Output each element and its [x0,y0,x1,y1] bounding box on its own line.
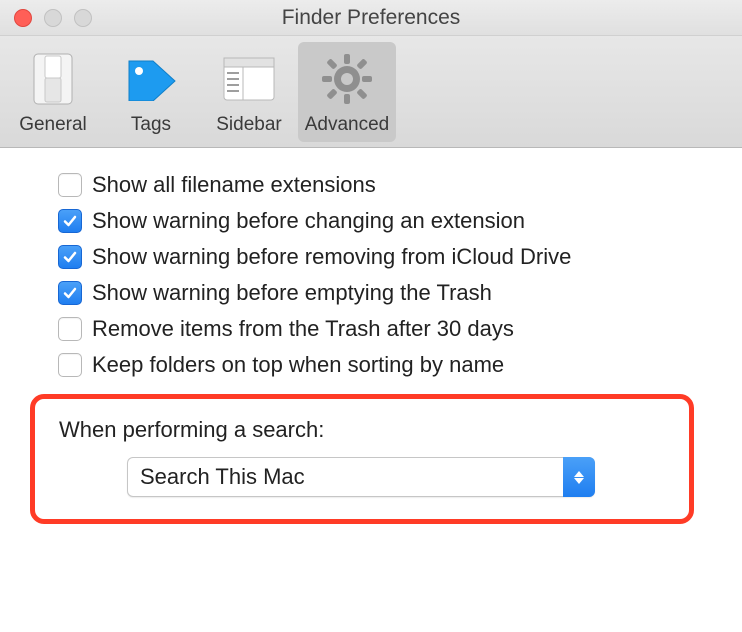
preferences-window: Finder Preferences General Tags [0,0,742,632]
tab-label: Sidebar [216,114,282,136]
sidebar-icon [223,50,275,108]
zoom-button[interactable] [74,9,92,27]
option-row: Remove items from the Trash after 30 day… [58,316,722,342]
tag-icon [123,50,179,108]
close-button[interactable] [14,9,32,27]
checkbox-label: Keep folders on top when sorting by name [92,352,504,378]
checkbox-label: Show warning before changing an extensio… [92,208,525,234]
tab-label: Tags [131,114,171,136]
tab-label: Advanced [305,114,390,136]
checkbox[interactable] [58,245,82,269]
option-row: Keep folders on top when sorting by name [58,352,722,378]
tab-advanced[interactable]: Advanced [298,42,396,142]
advanced-pane: Show all filename extensions Show warning… [0,148,742,632]
checkbox-label: Remove items from the Trash after 30 day… [92,316,514,342]
chevron-up-down-icon [563,457,595,497]
window-title: Finder Preferences [0,6,742,30]
checkbox[interactable] [58,317,82,341]
tab-label: General [19,114,87,136]
checkbox[interactable] [58,281,82,305]
preferences-toolbar: General Tags [0,36,742,148]
search-scope-select[interactable]: Search This Mac [127,457,595,497]
select-value: Search This Mac [140,464,305,490]
traffic-lights [14,9,92,27]
titlebar: Finder Preferences [0,0,742,36]
option-row: Show warning before emptying the Trash [58,280,722,306]
checkbox-label: Show warning before emptying the Trash [92,280,492,306]
option-row: Show all filename extensions [58,172,722,198]
gear-icon [320,50,374,108]
search-label: When performing a search: [59,417,665,443]
search-section-highlight: When performing a search: Search This Ma… [30,394,694,524]
checkbox[interactable] [58,209,82,233]
tab-general[interactable]: General [4,42,102,142]
minimize-button[interactable] [44,9,62,27]
tab-sidebar[interactable]: Sidebar [200,42,298,142]
option-row: Show warning before removing from iCloud… [58,244,722,270]
checkbox[interactable] [58,353,82,377]
checkbox-label: Show all filename extensions [92,172,376,198]
checkbox-label: Show warning before removing from iCloud… [92,244,571,270]
switch-icon [33,50,73,108]
option-row: Show warning before changing an extensio… [58,208,722,234]
tab-tags[interactable]: Tags [102,42,200,142]
checkbox[interactable] [58,173,82,197]
